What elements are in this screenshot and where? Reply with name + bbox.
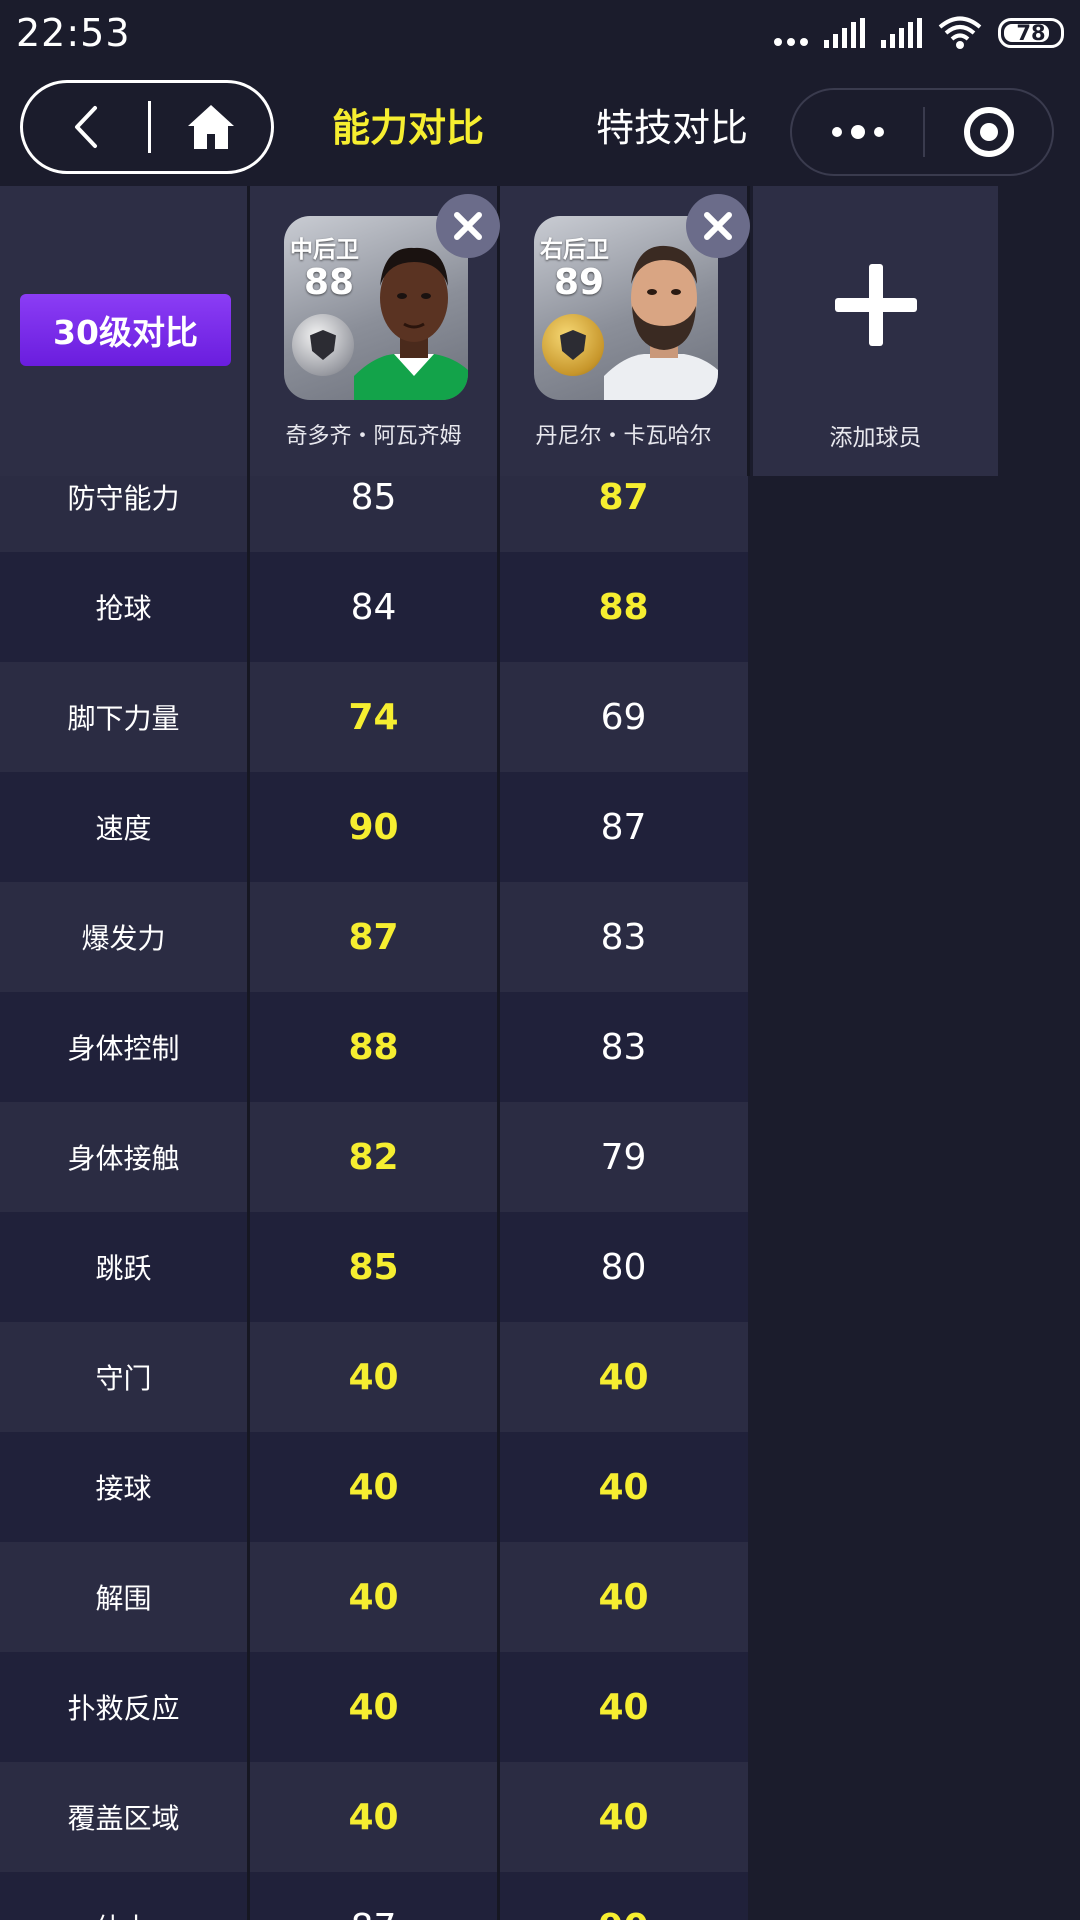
stat-value: 90 (500, 1872, 747, 1920)
stat-name: 抢球 (95, 592, 152, 625)
stat-value: 87 (600, 806, 647, 848)
nav-bar: 能力对比 特技对比 (0, 66, 1080, 186)
back-button[interactable] (23, 83, 148, 171)
back-chevron-icon (74, 106, 97, 148)
stat-name: 速度 (95, 812, 152, 845)
player-rating: 88 (304, 262, 355, 303)
stat-name: 身体控制 (67, 1032, 180, 1065)
stat-value: 40 (598, 1686, 649, 1728)
stat-value: 83 (600, 916, 647, 958)
silver-emblem-icon (292, 314, 354, 376)
remove-player-button[interactable] (686, 194, 750, 258)
battery-level: 78 (1016, 21, 1046, 45)
table-row: 跳跃 85 80 (0, 1212, 748, 1322)
player-position: 右后卫 (540, 237, 609, 263)
table-row: 接球 40 40 (0, 1432, 748, 1542)
stat-value: 83 (600, 1026, 647, 1068)
stat-value: 84 (350, 586, 397, 628)
home-button[interactable] (151, 83, 271, 171)
stat-value: 79 (600, 1136, 647, 1178)
table-row: 抢球 84 88 (0, 552, 748, 662)
stat-value: 90 (348, 806, 399, 848)
stat-value: 80 (600, 1246, 647, 1288)
stat-name: 扑救反应 (67, 1692, 180, 1725)
stat-name: 解围 (95, 1582, 152, 1615)
stat-value: 69 (600, 696, 647, 738)
close-icon (704, 212, 732, 240)
table-row: 解围 40 40 (0, 1542, 748, 1652)
stat-value: 87 (250, 1872, 497, 1920)
signal-icon (824, 18, 865, 48)
comparison-table: 30级对比 中后卫 88 奇多齐・阿瓦齐姆 右后卫 89 丹尼尔・卡瓦哈尔 添加… (0, 186, 1080, 1920)
stat-value: 85 (348, 1246, 399, 1288)
more-icon (831, 127, 842, 137)
gold-emblem-icon (542, 314, 604, 376)
stat-name: 爆发力 (81, 922, 166, 955)
stat-value: 40 (348, 1466, 399, 1508)
table-row: 身体接触 82 79 (0, 1102, 748, 1212)
status-bar: 22:53 78 (0, 0, 1080, 66)
player-position: 中后卫 (290, 237, 359, 263)
signal-icon (881, 18, 922, 48)
player-column-header: 右后卫 89 丹尼尔・卡瓦哈尔 (500, 186, 750, 476)
stat-value: 82 (348, 1136, 399, 1178)
stat-name: 身体接触 (67, 1142, 180, 1175)
player-column-header: 中后卫 88 奇多齐・阿瓦齐姆 (250, 186, 500, 476)
remove-player-button[interactable] (436, 194, 500, 258)
battery-icon: 78 (998, 18, 1064, 48)
table-row: 守门 40 40 (0, 1322, 748, 1432)
table-header: 30级对比 中后卫 88 奇多齐・阿瓦齐姆 右后卫 89 丹尼尔・卡瓦哈尔 添加… (0, 186, 1000, 476)
player-name: 奇多齐・阿瓦齐姆 (285, 424, 462, 449)
stat-name: 脚下力量 (67, 702, 180, 735)
stat-value: 40 (348, 1796, 399, 1838)
target-icon (963, 107, 1014, 157)
stat-value: 40 (598, 1576, 649, 1618)
close-miniprogram-button[interactable] (925, 90, 1052, 174)
stat-value: 40 (348, 1576, 399, 1618)
stat-value: 40 (348, 1686, 399, 1728)
mini-program-capsule (790, 88, 1054, 176)
level-compare-button[interactable]: 30级对比 (20, 294, 231, 366)
stat-value: 40 (348, 1356, 399, 1398)
add-player-label: 添加球员 (829, 425, 922, 451)
status-time: 22:53 (16, 11, 131, 55)
table-row: 爆发力 87 83 (0, 882, 748, 992)
player-rating: 89 (554, 262, 605, 303)
table-row: 身体控制 88 83 (0, 992, 748, 1102)
more-dots-icon (774, 18, 808, 48)
home-icon (188, 105, 234, 149)
add-player-button[interactable]: 添加球员 (753, 186, 998, 476)
stat-name: 覆盖区域 (67, 1802, 180, 1835)
stat-name: 体力 (0, 1872, 247, 1920)
wifi-icon (938, 16, 982, 49)
table-row: 速度 90 87 (0, 772, 748, 882)
player-name: 丹尼尔・卡瓦哈尔 (535, 424, 712, 449)
tab-skill-compare[interactable]: 特技对比 (596, 104, 748, 152)
nav-button-group (20, 80, 274, 174)
stat-value: 88 (598, 586, 649, 628)
tab-ability-compare[interactable]: 能力对比 (332, 104, 484, 152)
stat-value: 40 (598, 1796, 649, 1838)
stat-value: 40 (598, 1466, 649, 1508)
stat-value: 88 (348, 1026, 399, 1068)
stat-name: 守门 (95, 1362, 152, 1395)
header-label-cell: 30级对比 (0, 186, 247, 476)
table-row: 脚下力量 74 69 (0, 662, 748, 772)
more-button[interactable] (792, 90, 923, 174)
stat-value: 87 (348, 916, 399, 958)
plus-icon (835, 264, 917, 346)
stat-name: 接球 (95, 1472, 152, 1505)
table-row: 体力8790 (0, 1872, 748, 1920)
table-row: 覆盖区域 40 40 (0, 1762, 748, 1872)
close-icon (454, 212, 482, 240)
status-icons: 78 (774, 16, 1064, 50)
stat-value: 74 (348, 696, 399, 738)
stat-name: 跳跃 (95, 1252, 152, 1285)
table-row: 扑救反应 40 40 (0, 1652, 748, 1762)
stat-value: 40 (598, 1356, 649, 1398)
